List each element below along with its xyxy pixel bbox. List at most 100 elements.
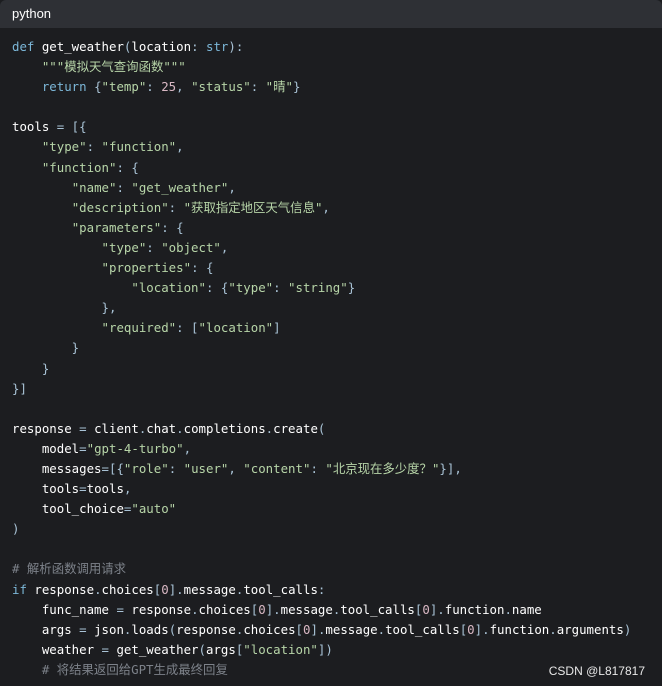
code-token: get_weather [41, 39, 124, 54]
code-token: 0 [467, 621, 475, 637]
code-line: return {"temp": 25, "status": "晴"} [12, 77, 662, 97]
code-token: . [504, 601, 512, 617]
code-line: if response.choices[0].message.tool_call… [12, 580, 662, 600]
code-token: arguments [556, 621, 624, 637]
code-token: , [228, 179, 236, 195]
code-line: ) [12, 519, 662, 539]
code-token: get_weather [116, 641, 199, 657]
code-token: choices [198, 601, 251, 617]
code-token: if [12, 581, 35, 597]
code-token: : { [191, 260, 214, 276]
code-line: def get_weather(location: str): [12, 37, 662, 57]
code-token: """模拟天气查询函数""" [41, 59, 186, 75]
code-token: , [183, 440, 192, 456]
code-token: ]. [168, 581, 184, 597]
code-token: , [176, 139, 184, 155]
code-language-label: python [0, 0, 662, 28]
code-token: . [191, 601, 199, 617]
code-token: = [116, 601, 132, 617]
code-token: : { [116, 159, 139, 175]
code-token: ]. [429, 601, 445, 617]
code-token: # 将结果返回给GPT生成最终回复 [41, 661, 228, 677]
code-token: tool_calls [385, 621, 460, 637]
code-token: response [131, 601, 192, 617]
code-content[interactable]: def get_weather(location: str): """模拟天气查… [0, 28, 662, 680]
code-token: "function" [41, 159, 117, 175]
code-token: "gpt-4-turbo" [86, 440, 184, 456]
code-token: "object" [161, 239, 221, 255]
code-token: : { [161, 219, 184, 235]
code-token: "location" [198, 320, 274, 336]
code-token: : [273, 280, 289, 296]
code-token: ): [228, 39, 244, 54]
code-line: "location": {"type": "string"} [12, 278, 662, 298]
code-line: "type": "function", [12, 137, 662, 157]
code-line: "parameters": { [12, 218, 662, 238]
code-token: : [86, 139, 102, 155]
code-token: choices [101, 581, 154, 597]
code-line: args = json.loads(response.choices[0].me… [12, 620, 662, 640]
code-token: weather [41, 641, 102, 657]
code-token: , [322, 199, 330, 215]
code-token: ]. [265, 601, 281, 617]
code-token: json [94, 621, 124, 637]
code-token: "string" [288, 280, 348, 296]
code-token: : [317, 581, 326, 597]
code-token: : [168, 199, 184, 215]
code-token: ( [198, 641, 206, 657]
code-token: messages [41, 460, 102, 476]
code-line: weather = get_weather(args["location"]) [12, 640, 662, 660]
code-line: "name": "get_weather", [12, 178, 662, 198]
code-token: : [310, 460, 326, 476]
code-token: args [205, 641, 236, 657]
code-token: ] [273, 320, 281, 336]
code-token: "description" [71, 199, 169, 215]
code-token: 0 [422, 601, 430, 617]
code-token: . [176, 420, 184, 436]
code-token: "role" [123, 460, 169, 476]
code-line: response = client.chat.completions.creat… [12, 419, 662, 439]
code-token: "properties" [101, 260, 192, 276]
code-line: }] [12, 379, 662, 399]
code-token: "parameters" [71, 219, 162, 235]
watermark: CSDN @L817817 [548, 664, 645, 678]
code-line: } [12, 359, 662, 379]
code-token: "type" [101, 239, 147, 255]
code-token: "type" [41, 139, 87, 155]
code-line: func_name = response.choices[0].message.… [12, 600, 662, 620]
code-token: loads [131, 621, 169, 637]
code-token: "location" [243, 641, 318, 657]
code-token: function [489, 621, 550, 637]
code-token: ) [12, 521, 20, 537]
code-line: tools=tools, [12, 479, 662, 499]
code-line: "required": ["location"] [12, 318, 662, 338]
code-token: func_name [41, 601, 117, 617]
code-token: "get_weather" [131, 179, 229, 195]
code-line: "properties": { [12, 258, 662, 278]
code-line: # 解析函数调用请求 [12, 559, 662, 579]
code-token: }] [12, 380, 27, 396]
code-token: : [146, 79, 162, 95]
code-token: response [176, 621, 236, 637]
code-token: message [183, 581, 236, 597]
code-token: : [146, 239, 162, 255]
code-line: messages=[{"role": "user", "content": "北… [12, 459, 662, 479]
code-token: "name" [71, 179, 117, 195]
code-token: return [41, 79, 95, 95]
code-token: =[{ [101, 460, 124, 476]
code-token: "function" [101, 139, 177, 155]
code-line: model="gpt-4-turbo", [12, 439, 662, 459]
code-token: = [79, 481, 87, 497]
